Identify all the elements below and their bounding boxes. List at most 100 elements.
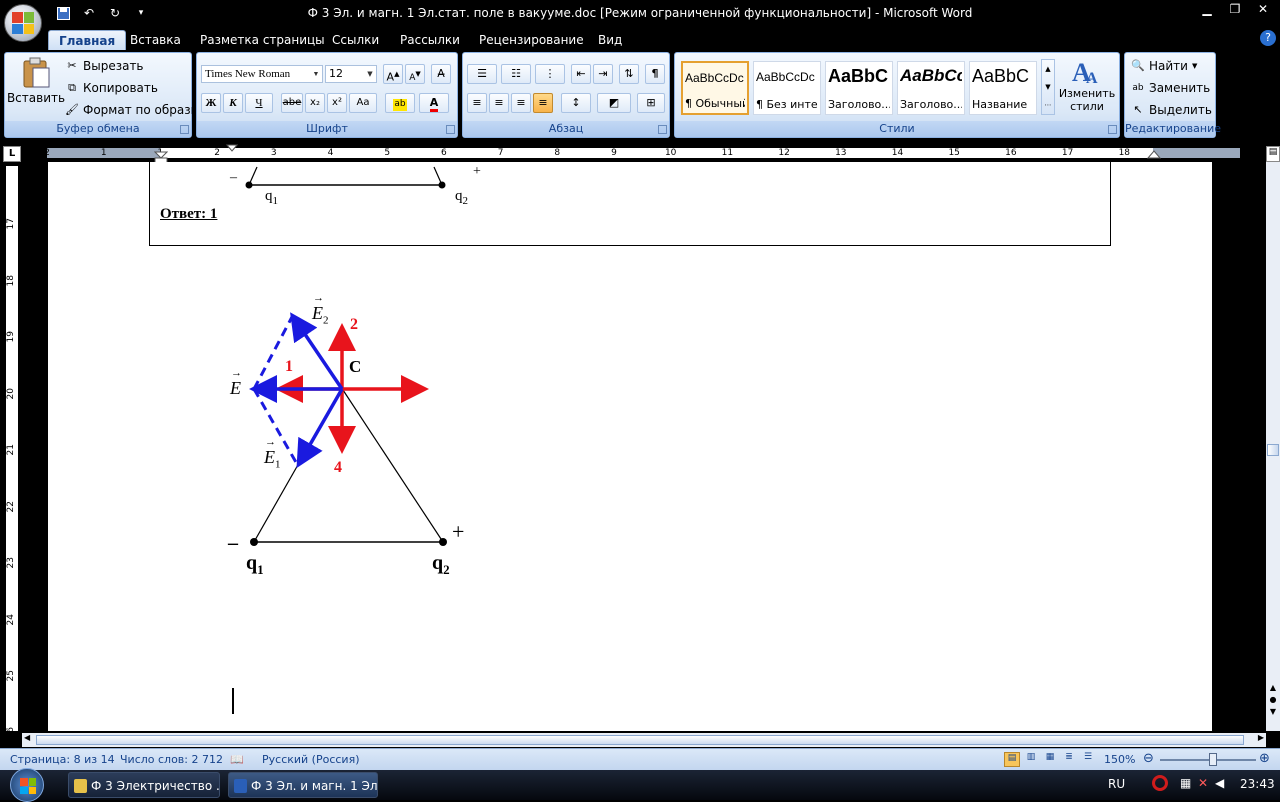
dialog-launcher-icon[interactable] — [658, 125, 667, 134]
clock[interactable]: 23:43 — [1240, 777, 1275, 791]
full-screen-reading-icon[interactable]: ▥ — [1023, 752, 1039, 767]
outline-icon[interactable]: ≣ — [1061, 752, 1077, 767]
numbering-button[interactable]: ☷ — [501, 64, 531, 84]
select-label: Выделить — [1149, 103, 1212, 117]
grow-font-button[interactable]: A▲ — [383, 64, 403, 84]
word-count[interactable]: Число слов: 2 712 — [120, 753, 223, 766]
superscript-button[interactable]: x² — [327, 93, 347, 113]
font-color-button[interactable]: A — [419, 93, 449, 113]
taskbar-item-1[interactable]: Ф 3 Электричество ... — [68, 772, 220, 798]
maximize-icon[interactable]: ❐ — [1222, 0, 1248, 18]
style-no-spacing[interactable]: AaBbCcDc ¶ Без инте... — [753, 61, 821, 115]
shading-button[interactable]: ◩ — [597, 93, 631, 113]
web-layout-icon[interactable]: ▦ — [1042, 752, 1058, 767]
tab-page-layout[interactable]: Разметка страницы — [190, 30, 335, 50]
bullets-button[interactable]: ☰ — [467, 64, 497, 84]
zoom-out-icon[interactable]: ⊖ — [1143, 751, 1154, 766]
scroll-thumb[interactable] — [36, 735, 1244, 745]
zoom-in-icon[interactable]: ⊕ — [1259, 751, 1270, 766]
change-case-button[interactable]: Aa — [349, 93, 377, 113]
cut-button[interactable]: ✂ Вырезать — [65, 59, 143, 73]
input-language[interactable]: RU — [1108, 777, 1125, 791]
close-icon[interactable]: ✕ — [1250, 0, 1276, 18]
font-size-combo[interactable]: 12 ▼ — [325, 65, 377, 83]
tab-references[interactable]: Ссылки — [322, 30, 389, 50]
tab-mailings[interactable]: Рассылки — [390, 30, 470, 50]
bold-button[interactable]: Ж — [201, 93, 221, 113]
multilevel-list-button[interactable]: ⋮ — [535, 64, 565, 84]
highlight-button[interactable]: ab — [385, 93, 415, 113]
sort-button[interactable]: ⇅ — [619, 64, 639, 84]
volume-icon[interactable]: ◀ — [1215, 776, 1224, 790]
line-spacing-button[interactable]: ↕ — [561, 93, 591, 113]
scroll-left-icon[interactable]: ◀ — [24, 733, 30, 742]
start-button[interactable] — [10, 768, 44, 802]
copy-button[interactable]: ⧉ Копировать — [65, 81, 158, 95]
taskbar-item-2[interactable]: Ф 3 Эл. и магн. 1 Эл... — [228, 772, 378, 798]
language-indicator[interactable]: Русский (Россия) — [262, 753, 360, 766]
office-button[interactable] — [4, 4, 42, 42]
minimize-icon[interactable]: ▁ — [1194, 0, 1220, 18]
q-index: 1 — [257, 562, 264, 577]
document-page[interactable]: – + q1 q2 Ответ: 1 → E2 → E → E1 C 1 2 3… — [48, 162, 1212, 731]
tab-review[interactable]: Рецензирование — [469, 30, 594, 50]
print-layout-icon[interactable]: ▤ — [1004, 752, 1020, 767]
shrink-font-button[interactable]: A▼ — [405, 64, 425, 84]
scroll-thumb[interactable] — [1267, 444, 1279, 456]
styles-scroll[interactable]: ▲ ▼ ⋯ — [1041, 59, 1055, 115]
underline-button[interactable]: Ч — [245, 93, 273, 113]
view-ruler-icon[interactable]: ▤ — [1266, 146, 1280, 162]
tab-insert[interactable]: Вставка — [120, 30, 191, 50]
help-icon[interactable]: ? — [1260, 30, 1276, 46]
borders-button[interactable]: ⊞ — [637, 93, 665, 113]
network-icon[interactable]: ▦ — [1180, 776, 1191, 790]
scroll-right-icon[interactable]: ▶ — [1258, 733, 1264, 742]
dialog-launcher-icon[interactable] — [1108, 125, 1117, 134]
paste-button[interactable]: Вставить — [7, 57, 65, 105]
style-title[interactable]: AaBbC Название — [969, 61, 1037, 115]
select-button[interactable]: ↖ Выделить ▼ — [1131, 103, 1221, 117]
justify-button[interactable]: ≡ — [533, 93, 553, 113]
vertical-scrollbar[interactable]: ▲ ● ▼ — [1266, 162, 1280, 731]
right-indent-icon[interactable] — [1147, 148, 1161, 160]
subscript-button[interactable]: x₂ — [305, 93, 325, 113]
word-doc-icon — [234, 779, 247, 793]
zoom-slider-thumb[interactable] — [1209, 753, 1217, 766]
first-line-indent-icon[interactable] — [226, 144, 238, 153]
change-styles-button[interactable]: AA Изменить стили — [1059, 57, 1115, 113]
style-heading1[interactable]: AaBbC Заголово... — [825, 61, 893, 115]
zoom-slider[interactable] — [1160, 759, 1256, 761]
horizontal-scrollbar[interactable]: ◀ ▶ — [22, 733, 1266, 747]
style-normal[interactable]: AaBbCcDc ¶ Обычный — [681, 61, 749, 115]
strikethrough-button[interactable]: abe — [281, 93, 303, 113]
dialog-launcher-icon[interactable] — [446, 125, 455, 134]
find-button[interactable]: 🔍 Найти ▼ — [1131, 59, 1197, 73]
tray-icon[interactable]: ✕ — [1198, 776, 1208, 790]
tab-selector[interactable]: L — [3, 146, 21, 162]
browse-buttons[interactable]: ▲ ● ▼ — [1268, 682, 1278, 718]
spellcheck-icon[interactable]: 📖 — [230, 753, 244, 766]
decrease-indent-button[interactable]: ⇤ — [571, 64, 591, 84]
format-painter-button[interactable]: 🖌 Формат по образцу — [65, 103, 206, 117]
clear-format-button[interactable]: A̶ — [431, 64, 451, 84]
title-bar: ↶ ↻ ▾ Ф 3 Эл. и магн. 1 Эл.стат. поле в … — [0, 0, 1280, 28]
indent-marker-icon[interactable] — [154, 144, 168, 164]
folder-icon — [74, 779, 87, 793]
replace-button[interactable]: ab Заменить — [1131, 81, 1210, 95]
zoom-level[interactable]: 150% — [1104, 753, 1135, 766]
style-heading2[interactable]: AaBbCc Заголово... — [897, 61, 965, 115]
increase-indent-button[interactable]: ⇥ — [593, 64, 613, 84]
draft-icon[interactable]: ☰ — [1080, 752, 1096, 767]
font-name-combo[interactable]: Times New Roman ▼ — [201, 65, 323, 83]
align-left-button[interactable]: ≡ — [467, 93, 487, 113]
tab-home[interactable]: Главная — [48, 30, 127, 50]
page-count[interactable]: Страница: 8 из 14 — [10, 753, 115, 766]
show-marks-button[interactable]: ¶ — [645, 64, 665, 84]
tray-app-icon[interactable] — [1152, 775, 1168, 791]
align-center-button[interactable]: ≡ — [489, 93, 509, 113]
dialog-launcher-icon[interactable] — [180, 125, 189, 134]
align-right-button[interactable]: ≡ — [511, 93, 531, 113]
tab-view[interactable]: Вид — [588, 30, 632, 50]
ruler-tick-label: 6 — [441, 148, 447, 158]
italic-button[interactable]: К — [223, 93, 243, 113]
